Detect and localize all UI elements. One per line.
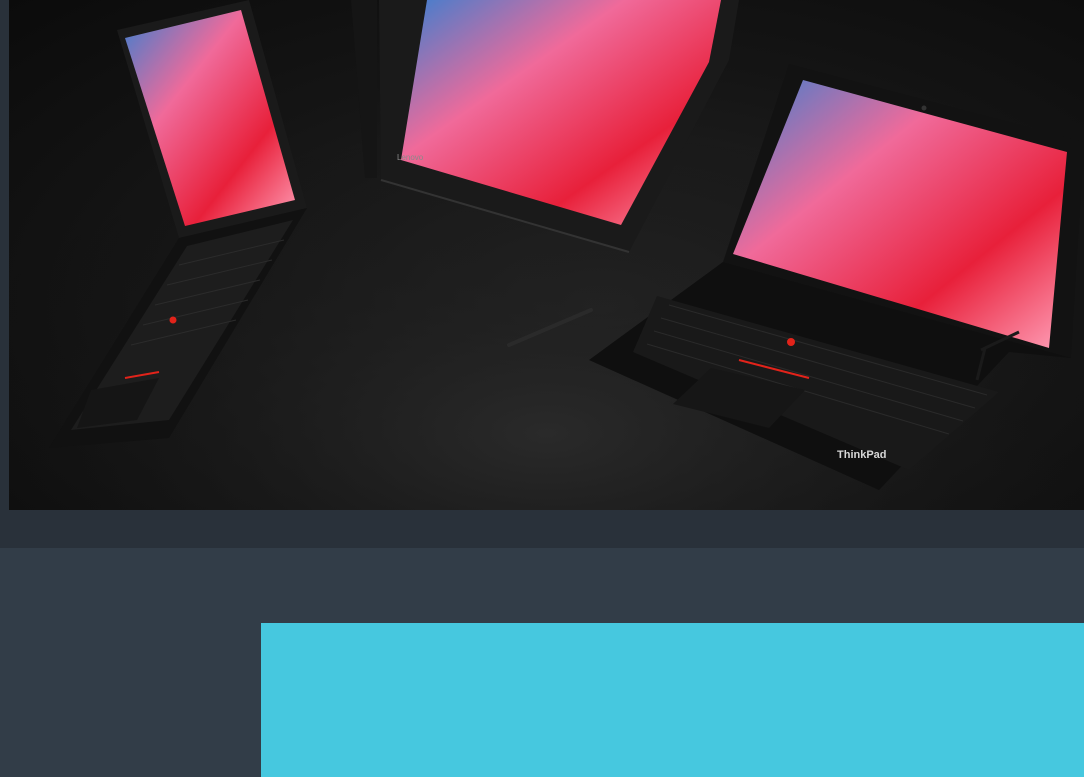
thinkpad-logo: ThinkPad [837, 449, 887, 461]
page: Lenovo ThinkPad [0, 0, 1084, 777]
trackpoint [787, 338, 795, 346]
content-section [0, 548, 1084, 777]
hero-image: Lenovo ThinkPad [9, 0, 1084, 510]
bezel-logo: Lenovo [397, 153, 424, 162]
trackpoint [169, 316, 177, 324]
accent-panel [261, 623, 1084, 777]
hero-banner: Lenovo ThinkPad [0, 0, 1084, 548]
